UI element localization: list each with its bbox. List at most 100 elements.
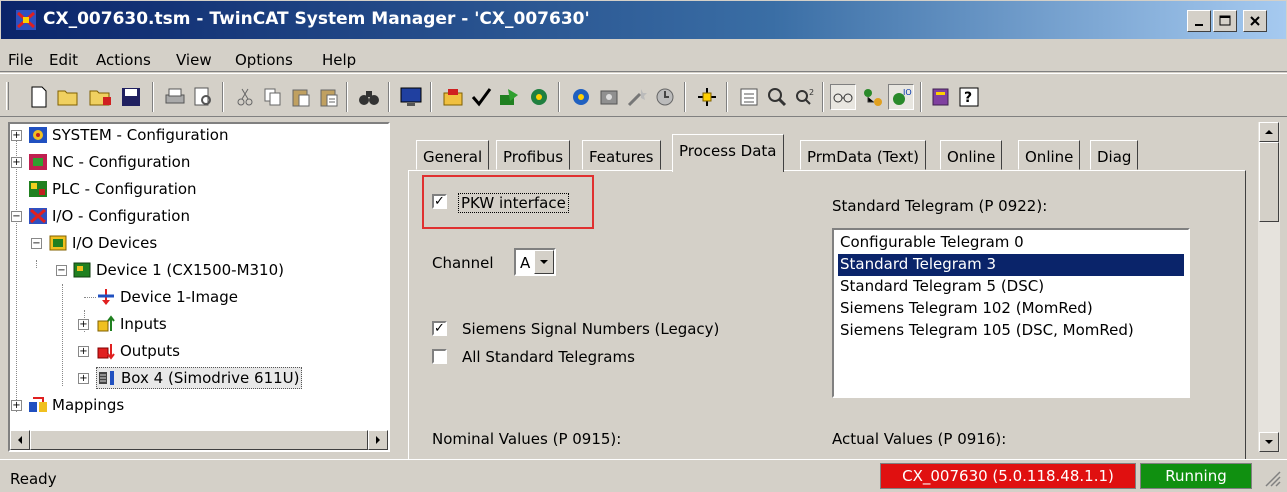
tab-features[interactable]: Features [582, 140, 661, 170]
print-button[interactable] [162, 84, 188, 110]
scan-devices-button[interactable] [624, 84, 650, 110]
menu-edit[interactable]: Edit [49, 51, 78, 69]
scroll-up-button[interactable] [1259, 122, 1279, 142]
close-button[interactable] [1243, 10, 1267, 32]
menu-actions[interactable]: Actions [96, 51, 151, 69]
show-io-addresses-button[interactable]: IO [888, 84, 914, 110]
collapse-toggle[interactable]: − [56, 265, 67, 276]
tree-item-device-1[interactable]: Device 1 (CX1500-M310) [72, 259, 284, 281]
tab-online-2[interactable]: Online [1018, 140, 1081, 170]
telegram-listbox[interactable]: Configurable Telegram 0 Standard Telegra… [832, 228, 1190, 398]
all-standard-telegrams-label[interactable]: All Standard Telegrams [462, 348, 635, 366]
minimize-button[interactable] [1187, 10, 1211, 32]
help-book-button[interactable] [928, 84, 954, 110]
configuration-tree[interactable]: + SYSTEM - Configuration + NC - Configur… [8, 122, 390, 452]
restart-gear-icon [531, 89, 547, 105]
io-devices-icon [49, 235, 67, 251]
menu-help[interactable]: Help [322, 51, 356, 69]
tree-item-plc[interactable]: PLC - Configuration [28, 178, 197, 200]
list-item[interactable]: Standard Telegram 5 (DSC) [838, 276, 1184, 298]
collapse-toggle[interactable]: − [11, 211, 22, 222]
scan-wand-icon [627, 89, 647, 107]
cut-button[interactable] [232, 84, 258, 110]
copy-button[interactable] [260, 84, 286, 110]
find-button[interactable] [356, 84, 382, 110]
list-item[interactable]: Siemens Telegram 105 (DSC, MomRed) [838, 320, 1184, 342]
expand-toggle[interactable]: + [11, 400, 22, 411]
dropdown-button[interactable] [534, 250, 554, 274]
print-preview-button[interactable] [190, 84, 216, 110]
pkw-interface-checkbox[interactable]: ✓ [432, 194, 447, 209]
target-system-badge[interactable]: CX_007630 (5.0.118.48.1.1) [880, 463, 1136, 489]
tab-general[interactable]: General [416, 140, 490, 170]
run-state-badge[interactable]: Running [1140, 463, 1252, 489]
open-target-button[interactable] [88, 84, 114, 110]
help-button[interactable]: ? [956, 84, 982, 110]
scroll-down-button[interactable] [1259, 432, 1279, 452]
list-item[interactable]: Siemens Telegram 102 (MomRed) [838, 298, 1184, 320]
all-standard-telegrams-checkbox[interactable] [432, 349, 447, 364]
collapse-toggle[interactable]: − [31, 238, 42, 249]
config-mode-button[interactable] [568, 84, 594, 110]
open-button[interactable] [56, 84, 82, 110]
siemens-signal-numbers-checkbox[interactable]: ✓ [432, 321, 447, 336]
tree-item-mappings[interactable]: Mappings [28, 394, 124, 416]
tree-item-io[interactable]: I/O - Configuration [28, 205, 190, 227]
list-item[interactable]: Configurable Telegram 0 [838, 232, 1184, 254]
scroll-left-button[interactable] [10, 430, 30, 450]
menu-file[interactable]: File [8, 51, 33, 69]
arrow-right-icon [376, 436, 380, 444]
scroll-thumb[interactable] [30, 430, 368, 450]
zoom-button[interactable] [764, 84, 790, 110]
expand-toggle[interactable]: + [78, 346, 89, 357]
maximize-button[interactable] [1213, 10, 1237, 32]
scan-boxes-button[interactable] [596, 84, 622, 110]
set-target-button[interactable] [694, 84, 720, 110]
show-online-data-button[interactable] [830, 84, 856, 110]
siemens-signal-numbers-label[interactable]: Siemens Signal Numbers (Legacy) [462, 320, 719, 338]
open-target-icon [89, 90, 111, 106]
monitor-button[interactable] [398, 84, 424, 110]
new-button[interactable] [26, 84, 52, 110]
tab-diag[interactable]: Diag [1090, 140, 1139, 170]
tree-item-system[interactable]: SYSTEM - Configuration [28, 124, 228, 146]
channel-select[interactable]: A [514, 248, 556, 276]
list-view-button[interactable] [736, 84, 762, 110]
save-button[interactable] [118, 84, 144, 110]
tab-process-data[interactable]: Process Data [672, 134, 784, 172]
show-sub-items-button[interactable] [860, 84, 886, 110]
tree-item-io-devices[interactable]: I/O Devices [48, 232, 157, 254]
tree-item-device-image[interactable]: Device 1-Image [96, 286, 238, 308]
paste-links-icon [320, 89, 338, 107]
check-configuration-button[interactable] [468, 84, 494, 110]
list-item-selected[interactable]: Standard Telegram 3 [838, 254, 1184, 276]
expand-toggle[interactable]: + [78, 319, 89, 330]
resize-grip-icon[interactable] [1262, 468, 1282, 488]
paste-button[interactable] [288, 84, 314, 110]
scroll-thumb[interactable] [1259, 142, 1279, 222]
free-run-button[interactable] [652, 84, 678, 110]
tab-profibus[interactable]: Profibus [496, 140, 571, 170]
menu-view[interactable]: View [176, 51, 212, 69]
tree-item-outputs[interactable]: Outputs [96, 340, 180, 362]
search-options-button[interactable]: 2 [792, 84, 818, 110]
tree-item-label: Outputs [120, 342, 180, 360]
pkw-interface-label[interactable]: PKW interface [458, 193, 569, 213]
scroll-right-button[interactable] [368, 430, 388, 450]
pane-vertical-scrollbar[interactable] [1258, 122, 1280, 452]
paste-with-links-button[interactable] [316, 84, 342, 110]
activate-configuration-button[interactable] [496, 84, 522, 110]
generate-mappings-button[interactable] [440, 84, 466, 110]
tab-prmdata-text[interactable]: PrmData (Text) [800, 140, 926, 170]
toolbar-grip[interactable] [6, 82, 9, 110]
tree-item-box-4[interactable]: Box 4 (Simodrive 611U) [96, 367, 303, 389]
expand-toggle[interactable]: + [11, 157, 22, 168]
menu-options[interactable]: Options [235, 51, 293, 69]
tree-item-nc[interactable]: NC - Configuration [28, 151, 190, 173]
tree-horizontal-scrollbar[interactable] [10, 430, 388, 450]
tree-item-inputs[interactable]: Inputs [96, 313, 167, 335]
tab-online-1[interactable]: Online [940, 140, 1003, 170]
expand-toggle[interactable]: + [11, 130, 22, 141]
expand-toggle[interactable]: + [78, 373, 89, 384]
restart-tc-button[interactable] [526, 84, 552, 110]
